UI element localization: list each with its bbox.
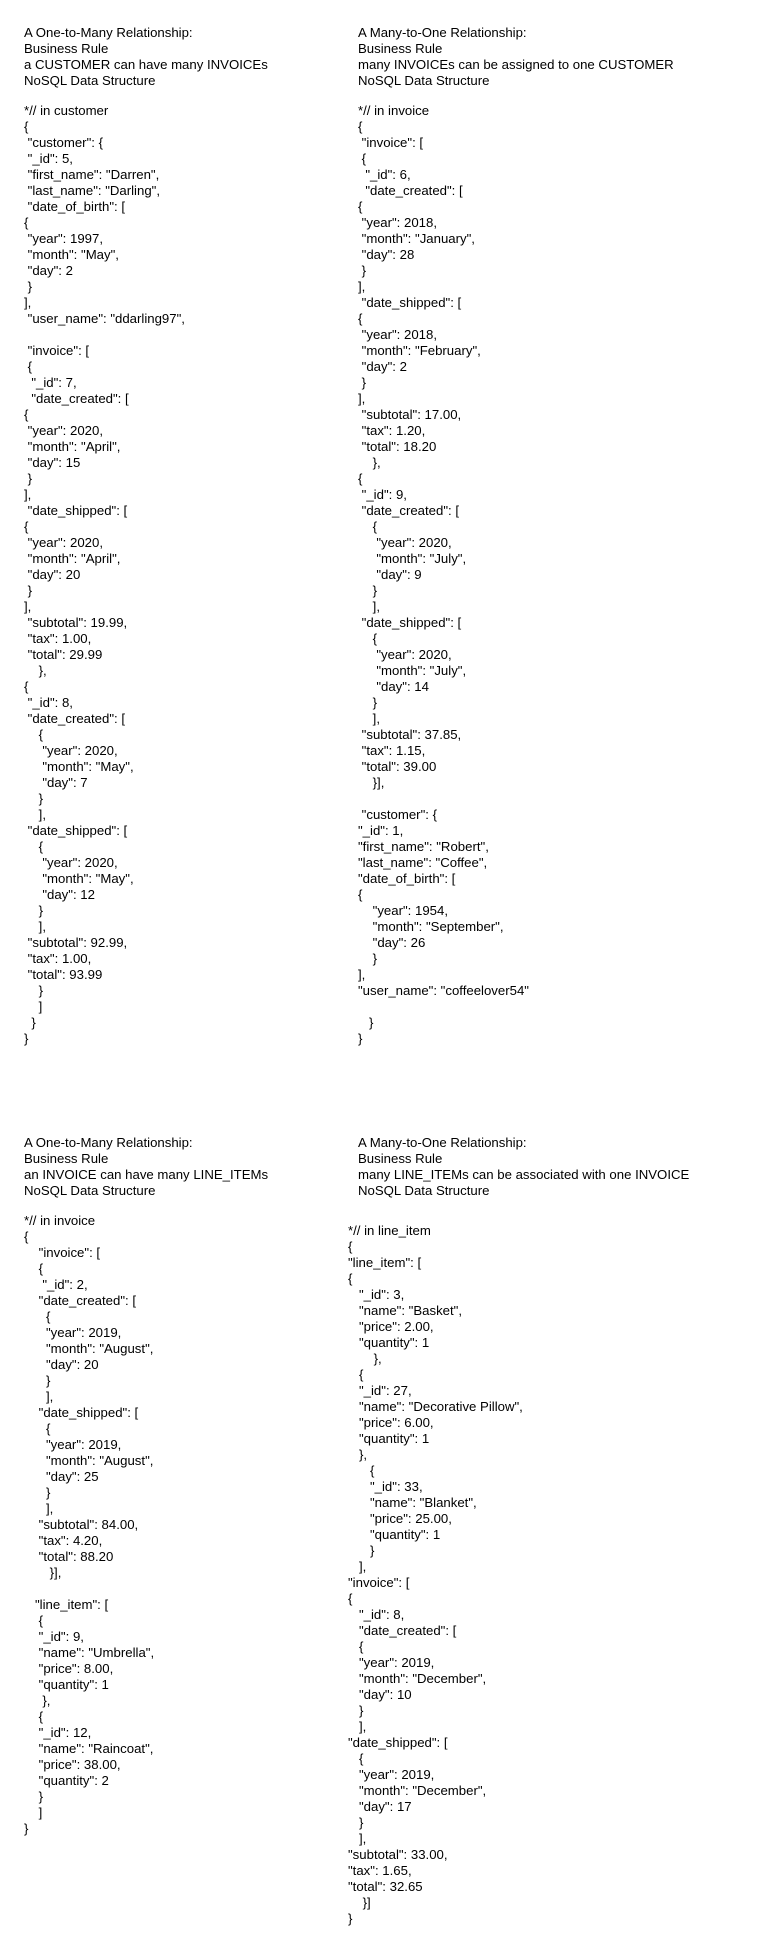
data-structure-label: NoSQL Data Structure (358, 73, 490, 88)
relationship-type: A One-to-Many Relationship: (24, 25, 193, 40)
panel-invoice-customer: A Many-to-One Relationship: Business Rul… (358, 25, 674, 1047)
business-rule-text: an INVOICE can have many LINE_ITEMs (24, 1167, 269, 1182)
business-rule-label: Business Rule (358, 1151, 443, 1166)
nosql-code-block: *// in line_item { "line_item": [ { "_id… (348, 1223, 523, 1926)
relationship-type: A One-to-Many Relationship: (24, 1135, 193, 1150)
nosql-code-block: *// in customer { "customer": { "_id": 5… (24, 103, 185, 1046)
relationship-type: A Many-to-One Relationship: (358, 25, 527, 40)
panel-customer-invoices: A One-to-Many Relationship: Business Rul… (24, 25, 268, 1047)
business-rule-text: many LINE_ITEMs can be associated with o… (358, 1167, 690, 1182)
business-rule-text: a CUSTOMER can have many INVOICEs (24, 57, 268, 72)
data-structure-label: NoSQL Data Structure (358, 1183, 490, 1198)
panel-line-item-invoice: A Many-to-One Relationship: Business Rul… (348, 1135, 689, 1927)
data-structure-label: NoSQL Data Structure (24, 1183, 156, 1198)
business-rule-label: Business Rule (24, 1151, 109, 1166)
relationship-header: A One-to-Many Relationship: Business Rul… (24, 1135, 268, 1199)
nosql-code-block: *// in invoice { "invoice": [ { "_id": 2… (24, 1213, 155, 1836)
relationship-type: A Many-to-One Relationship: (358, 1135, 527, 1150)
relationship-header: A Many-to-One Relationship: Business Rul… (358, 1135, 689, 1199)
business-rule-label: Business Rule (358, 41, 443, 56)
relationship-header: A One-to-Many Relationship: Business Rul… (24, 25, 268, 89)
data-structure-label: NoSQL Data Structure (24, 73, 156, 88)
business-rule-text: many INVOICEs can be assigned to one CUS… (358, 57, 674, 72)
panel-invoice-line-items: A One-to-Many Relationship: Business Rul… (24, 1135, 268, 1837)
relationship-header: A Many-to-One Relationship: Business Rul… (358, 25, 674, 89)
business-rule-label: Business Rule (24, 41, 109, 56)
nosql-code-block: *// in invoice { "invoice": [ { "_id": 6… (358, 103, 529, 1046)
